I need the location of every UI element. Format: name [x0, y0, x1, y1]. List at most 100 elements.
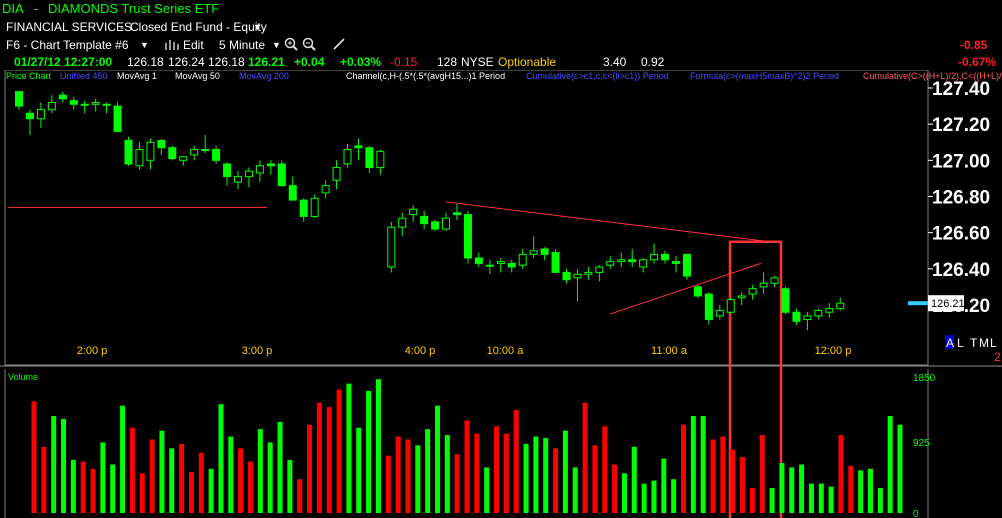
candle-body: [36, 109, 45, 120]
volume-bar: [149, 439, 155, 513]
volume-bar: [61, 418, 67, 513]
price-tick-label: 126.60: [932, 224, 990, 245]
volume-bar: [31, 401, 37, 513]
zoom-out-icon[interactable]: [302, 37, 316, 51]
candle-body: [190, 148, 199, 156]
volume-bar: [80, 461, 86, 513]
volume-bar: [110, 464, 116, 513]
volume-bar: [228, 436, 234, 513]
volume-bar: [592, 445, 598, 513]
quote-open: 126.18: [127, 55, 164, 69]
volume-bar: [661, 458, 667, 513]
price-chart[interactable]: 2:00 p 3:00 p 4:00 p 10:00 a 11:00 a 12:00 p V…: [0, 70, 1002, 518]
volume-bar: [198, 452, 204, 513]
candle-body: [376, 150, 385, 169]
candle-body: [672, 261, 680, 264]
volume-bar: [434, 405, 440, 513]
candle-body: [661, 253, 670, 261]
volume-bar: [454, 454, 460, 513]
volume-bars: [31, 379, 903, 513]
volume-bar: [503, 433, 509, 513]
legend-item[interactable]: Channel(c,H-(.5*(.5*(avgH15...)1 Period: [346, 71, 505, 81]
volume-bar: [818, 483, 824, 513]
candle-body: [704, 293, 713, 320]
quote-low: 126.18: [208, 55, 245, 69]
legend-item[interactable]: Price Chart: [6, 71, 51, 81]
volume-bar: [90, 468, 96, 513]
volume-bar: [641, 483, 647, 513]
candle-body: [91, 101, 100, 105]
bar-chart-icon[interactable]: [164, 39, 180, 50]
candle-body: [354, 145, 363, 149]
legend-item[interactable]: Cumulative(c>c1,c,c<(li>c1)) Period: [526, 71, 669, 81]
time-label: 3:00 p: [242, 345, 273, 357]
time-label: 12:00 p: [815, 345, 852, 357]
volume-bar: [897, 424, 903, 513]
legend-item[interactable]: Unifiled 450: [60, 71, 108, 81]
quote-val1: 3.40: [603, 55, 627, 69]
draw-line-icon[interactable]: [332, 37, 346, 51]
volume-bar: [405, 439, 411, 513]
quote-val2: 0.92: [641, 55, 665, 69]
volume-bar: [129, 427, 135, 513]
volume-bar: [395, 436, 401, 513]
candle-body: [803, 315, 812, 320]
volume-bar: [248, 461, 253, 513]
price-tick-label: 127.20: [932, 115, 990, 136]
time-label: 11:00 a: [651, 345, 688, 357]
right-change-pct: -0.67%: [958, 55, 997, 69]
chevron-down-icon[interactable]: ▼: [272, 40, 281, 50]
candle-body: [113, 105, 122, 132]
candle-body: [102, 103, 111, 106]
candle-body: [15, 91, 23, 107]
edit-button[interactable]: Edit: [183, 38, 204, 52]
quote-bar: 01/27/12 12:27:00 126.18 126.24 126.18 1…: [0, 53, 1002, 69]
volume-bar: [867, 468, 873, 513]
last-price-line: [908, 301, 928, 306]
candle-body: [442, 217, 451, 230]
candle-body: [288, 185, 297, 201]
price-tick-label: 127.00: [932, 151, 990, 172]
candle-body: [25, 112, 34, 120]
volume-bar: [179, 443, 185, 513]
candle-body: [748, 288, 757, 295]
volume-bar: [671, 479, 677, 513]
volume-bar: [808, 483, 814, 513]
chevron-down-icon[interactable]: ▼: [140, 40, 149, 50]
candle-body: [836, 302, 845, 310]
info-bar: FINANCIAL SERVICES - Closed End Fund - E…: [0, 18, 1002, 36]
interval-selector[interactable]: 5 Minute: [219, 38, 265, 52]
candle-body: [234, 176, 242, 183]
volume-bar: [356, 427, 362, 513]
legend-item[interactable]: MovAvg 200: [239, 71, 289, 81]
indicator-legend: Price Chart Unifiled 450 MovAvg 1 MovAvg…: [0, 70, 1002, 84]
volume-bar: [287, 460, 293, 513]
chevron-down-icon[interactable]: ▼: [253, 22, 262, 32]
volume-bar: [336, 389, 342, 513]
quote-close: 126.21: [248, 55, 285, 69]
candle-body: [223, 163, 232, 178]
volume-bar: [553, 448, 559, 513]
indicator-t: T: [970, 336, 978, 350]
volume-bar: [799, 464, 805, 513]
candle-body: [650, 253, 659, 261]
volume-bar: [464, 420, 470, 513]
candle-body: [168, 147, 177, 160]
legend-item[interactable]: MovAvg 1: [117, 71, 157, 81]
legend-item[interactable]: Formula(c>(maxH5maxB)^2)2 Period: [690, 71, 839, 81]
candle-body: [124, 139, 133, 165]
volume-bar: [700, 415, 706, 513]
volume-bar: [257, 429, 263, 513]
candle-body: [540, 248, 549, 255]
volume-bar: [887, 415, 893, 513]
candle-body: [266, 163, 275, 167]
price-axis: 18509250127.40127.20127.00126.80126.6012…: [908, 79, 1001, 518]
zoom-in-icon[interactable]: [284, 37, 298, 51]
template-selector[interactable]: F6 - Chart Template #6: [6, 38, 129, 52]
volume-tick-label: 1850: [913, 373, 936, 384]
volume-bar: [41, 446, 47, 513]
legend-item[interactable]: MovAvg 50: [175, 71, 220, 81]
candle-body: [146, 141, 155, 161]
legend-item[interactable]: Cumulative(C>((H+L)/2),C<((H+L)/2): [863, 71, 1002, 81]
candle-body: [814, 309, 823, 317]
